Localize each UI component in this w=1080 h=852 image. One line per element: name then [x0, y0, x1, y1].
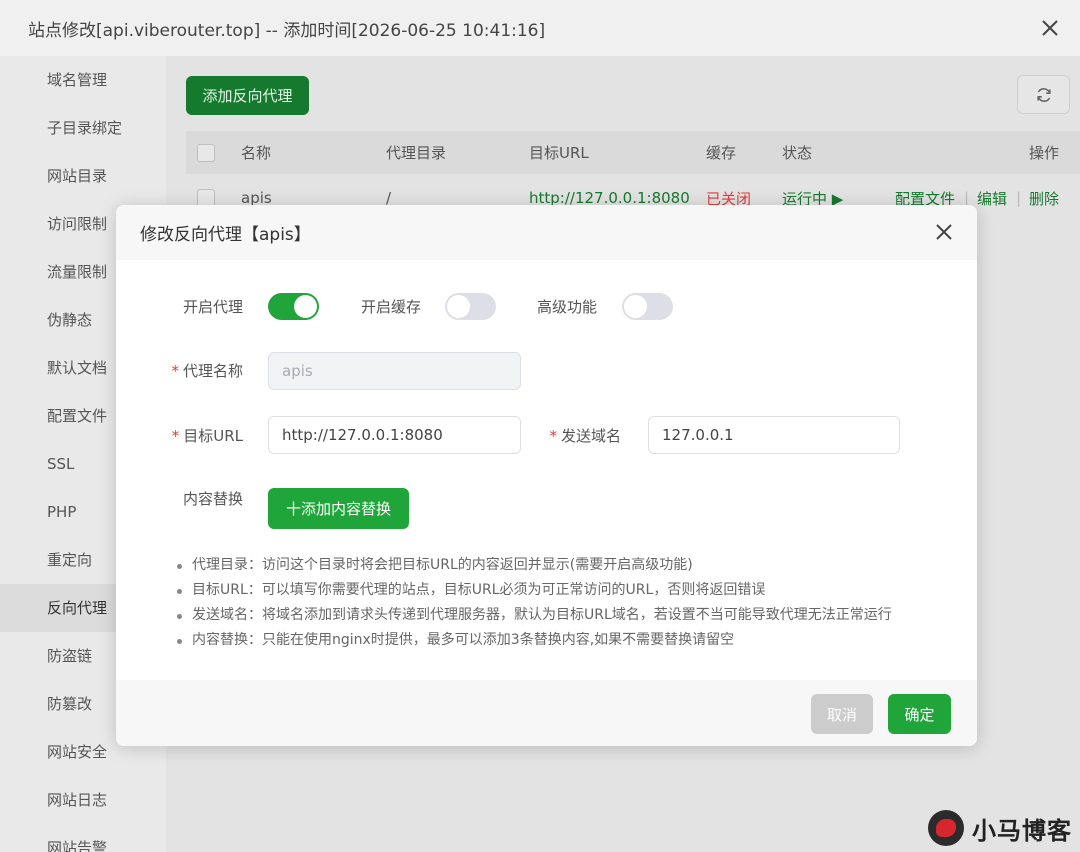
- enable-proxy-label: 开启代理: [182, 298, 243, 316]
- tip-item: 代理目录：访问这个目录时将会把目标URL的内容返回并显示(需要开启高级功能): [174, 553, 964, 578]
- add-content-replace-button[interactable]: 十添加内容替换: [268, 488, 409, 529]
- sidebar-item-domain[interactable]: 域名管理: [0, 56, 166, 104]
- sidebar-item-logs[interactable]: 网站日志: [0, 776, 166, 824]
- refresh-button[interactable]: [1017, 75, 1070, 114]
- dialog-title: 修改反向代理【apis】: [116, 205, 977, 260]
- send-domain-input[interactable]: 127.0.0.1: [648, 416, 900, 454]
- confirm-button[interactable]: 确定: [888, 694, 951, 734]
- watermark-logo-icon: [928, 810, 964, 846]
- target-url-label: * 目标URL: [171, 427, 243, 445]
- col-name: 名称: [241, 144, 272, 162]
- row-edit-link[interactable]: 编辑: [977, 174, 1007, 222]
- send-domain-label: * 发送域名: [549, 427, 621, 445]
- advanced-label: 高级功能: [536, 298, 597, 316]
- dialog-close-icon[interactable]: [933, 221, 955, 243]
- col-dir: 代理目录: [386, 144, 447, 162]
- enable-cache-toggle[interactable]: [445, 293, 496, 320]
- col-cache: 缓存: [706, 144, 737, 162]
- add-reverse-proxy-button[interactable]: 添加反向代理: [186, 76, 309, 115]
- col-status: 状态: [782, 144, 813, 162]
- col-target: 目标URL: [529, 144, 589, 162]
- tip-item: 发送域名：将域名添加到请求头传递到代理服务器，默认为目标URL域名，若设置不当可…: [174, 603, 964, 628]
- tip-item: 目标URL：可以填写你需要代理的站点，目标URL必须为可正常访问的URL，否则将…: [174, 578, 964, 603]
- op-separator: |: [1016, 189, 1022, 207]
- enable-cache-label: 开启缓存: [360, 298, 421, 316]
- proxy-name-label: * 代理名称: [171, 362, 243, 380]
- content-replace-label: 内容替换: [182, 490, 243, 508]
- select-all-checkbox[interactable]: [197, 143, 215, 162]
- proxy-name-input[interactable]: apis: [268, 352, 521, 390]
- sidebar-item-alerts[interactable]: 网站告警: [0, 824, 166, 852]
- target-url-input[interactable]: http://127.0.0.1:8080: [268, 416, 521, 454]
- advanced-toggle[interactable]: [622, 293, 673, 320]
- sidebar-item-subdir[interactable]: 子目录绑定: [0, 104, 166, 152]
- help-tips: 代理目录：访问这个目录时将会把目标URL的内容返回并显示(需要开启高级功能) 目…: [174, 553, 964, 653]
- enable-proxy-toggle[interactable]: [268, 293, 319, 320]
- cancel-button[interactable]: 取消: [811, 694, 873, 734]
- col-ops: 操作: [1029, 144, 1060, 162]
- window-title: 站点修改[api.viberouter.top] -- 添加时间[2026-06…: [0, 0, 1080, 56]
- window-close-icon[interactable]: [1038, 16, 1062, 40]
- refresh-icon: [1036, 87, 1051, 102]
- tip-item: 内容替换：只能在使用nginx时提供，最多可以添加3条替换内容,如果不需要替换请…: [174, 628, 964, 653]
- sidebar-item-site-dir[interactable]: 网站目录: [0, 152, 166, 200]
- row-delete-link[interactable]: 删除: [1029, 174, 1059, 222]
- watermark: 小马博客: [928, 810, 1072, 846]
- watermark-text: 小马博客: [972, 816, 1072, 845]
- edit-proxy-dialog: 修改反向代理【apis】 开启代理 开启缓存 高级功能 * 代理名称 apis *…: [116, 205, 977, 746]
- proxy-table-header: 名称 代理目录 目标URL 缓存 状态 操作: [186, 131, 1080, 174]
